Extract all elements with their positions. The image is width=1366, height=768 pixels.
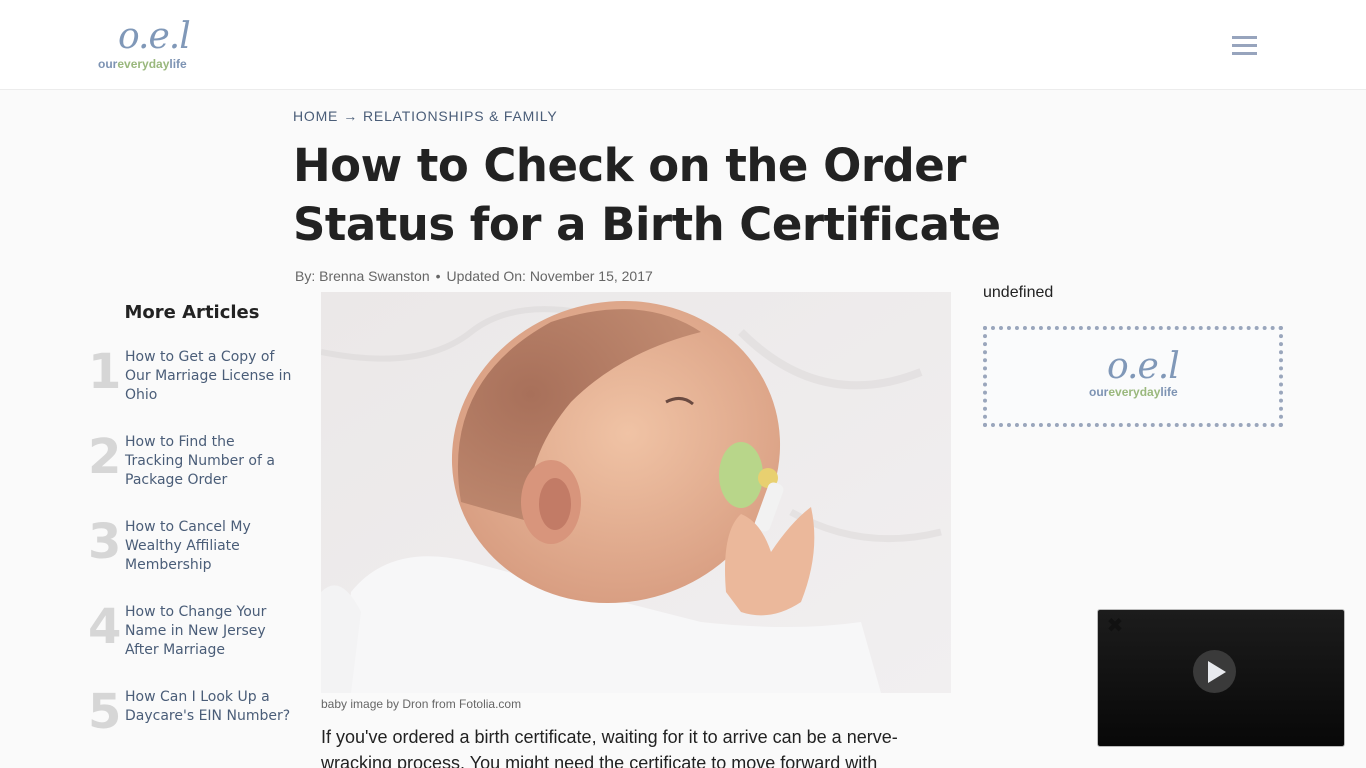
more-article-item[interactable]: 3 How to Cancel My Wealthy Affiliate Mem… xyxy=(88,514,298,588)
article-link[interactable]: How to Get a Copy of Our Marriage Licens… xyxy=(125,348,297,405)
breadcrumb-arrow-icon: → xyxy=(343,108,359,124)
more-article-item[interactable]: 2 How to Find the Tracking Number of a P… xyxy=(88,429,298,503)
image-caption: baby image by Dron from Fotolia.com xyxy=(321,697,522,711)
more-articles: More Articles 1 How to Get a Copy of Our… xyxy=(88,302,298,740)
article-number: 1 xyxy=(88,344,122,400)
ad-placeholder[interactable]: o.e.l oureverydaylife xyxy=(983,326,1283,427)
more-articles-heading: More Articles xyxy=(124,302,260,323)
byline: By: Brenna Swanston • Updated On: November… xyxy=(295,268,653,284)
baby-photo-illustration xyxy=(321,292,951,693)
ad-logo: o.e.l oureverydaylife xyxy=(1089,346,1189,406)
site-header: o.e.l oureverydaylife xyxy=(0,0,1366,90)
breadcrumb: HOME → RELATIONSHIPS & FAMILY xyxy=(293,108,557,124)
article-number: 3 xyxy=(88,514,122,570)
article-link[interactable]: How to Find the Tracking Number of a Pac… xyxy=(125,433,297,490)
article-link[interactable]: How Can I Look Up a Daycare's EIN Number… xyxy=(125,688,297,726)
logo-wordmark: oureverydaylife xyxy=(98,57,187,71)
author: By: Brenna Swanston xyxy=(295,268,430,284)
more-article-item[interactable]: 4 How to Change Your Name in New Jersey … xyxy=(88,599,298,673)
article-number: 4 xyxy=(88,599,122,655)
article-link[interactable]: How to Cancel My Wealthy Affiliate Membe… xyxy=(125,518,297,575)
article-number: 5 xyxy=(88,684,122,740)
article-number: 2 xyxy=(88,429,122,485)
page-title: How to Check on the Order Status for a B… xyxy=(293,139,1001,251)
sidebar-undefined-label: undefined xyxy=(983,284,1054,301)
byline-separator: • xyxy=(435,268,441,284)
more-article-item[interactable]: 5 How Can I Look Up a Daycare's EIN Numb… xyxy=(88,684,298,758)
ad-logo-wordmark: oureverydaylife xyxy=(1089,385,1178,399)
breadcrumb-category[interactable]: RELATIONSHIPS & FAMILY xyxy=(363,108,557,124)
close-icon[interactable]: ✖ xyxy=(1106,615,1124,635)
breadcrumb-home[interactable]: HOME xyxy=(293,108,338,124)
more-article-item[interactable]: 1 How to Get a Copy of Our Marriage Lice… xyxy=(88,344,298,418)
article-photo xyxy=(321,292,951,693)
updated-date: Updated On: November 15, 2017 xyxy=(446,268,653,284)
logo-mark: o.e.l xyxy=(118,16,191,57)
hamburger-menu-icon[interactable] xyxy=(1226,32,1262,60)
video-player[interactable]: ✖ xyxy=(1097,609,1345,747)
ad-logo-mark: o.e.l xyxy=(1107,346,1180,387)
article-body: If you've ordered a birth certificate, w… xyxy=(321,727,898,768)
play-icon[interactable] xyxy=(1193,650,1236,693)
site-logo[interactable]: o.e.l oureverydaylife xyxy=(98,16,198,74)
article-link[interactable]: How to Change Your Name in New Jersey Af… xyxy=(125,603,297,660)
